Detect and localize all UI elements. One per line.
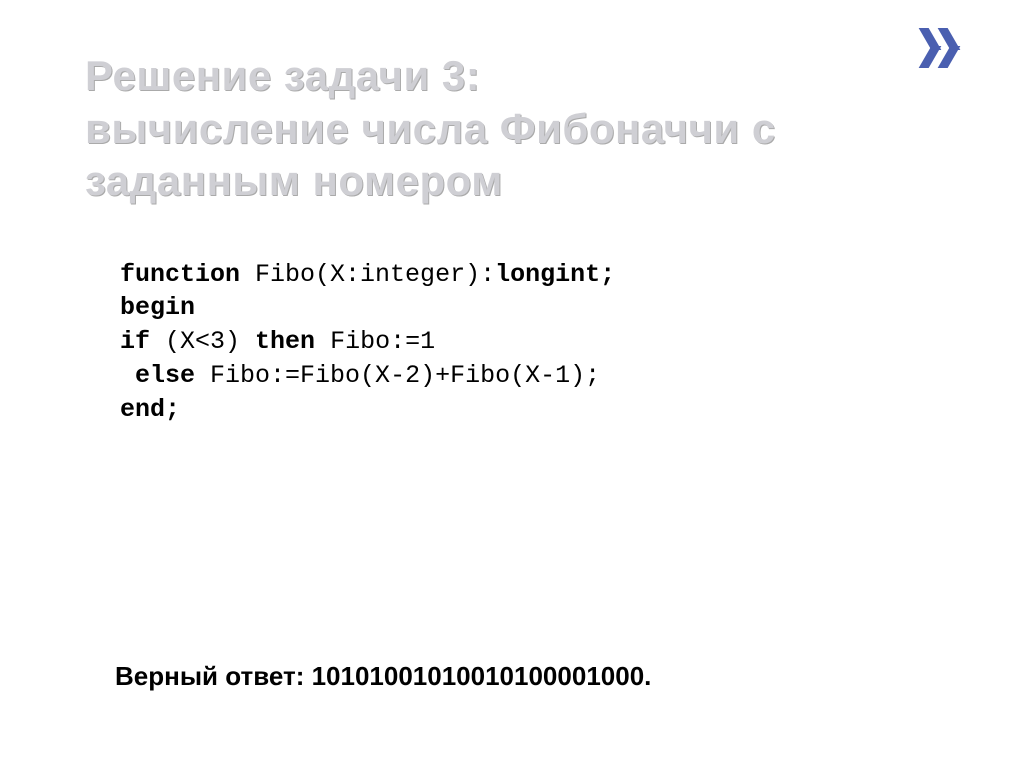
code-keyword: if — [120, 327, 150, 356]
code-keyword: longint; — [495, 260, 615, 289]
slide-container: Решение задачи 3:вычисление числа Фибона… — [0, 0, 1024, 767]
chevron-icon — [944, 28, 969, 68]
answer-text: Верный ответ: 10101001010010100001000. — [115, 661, 651, 692]
code-text — [120, 361, 135, 390]
code-keyword: end; — [120, 395, 180, 424]
code-block: function Fibo(X:integer):longint; begin … — [120, 258, 964, 427]
slide-title: Решение задачи 3:вычисление числа Фибона… — [85, 50, 964, 208]
code-text: Fibo:=Fibo(X-2)+Fibo(X-1); — [195, 361, 600, 390]
code-keyword: begin — [120, 293, 195, 322]
code-text: Fibo(X:integer): — [240, 260, 495, 289]
code-text: Fibo:=1 — [315, 327, 435, 356]
decoration-chevrons — [931, 28, 969, 68]
code-keyword: else — [135, 361, 195, 390]
code-keyword: then — [255, 327, 315, 356]
code-text: (X<3) — [150, 327, 255, 356]
code-keyword: function — [120, 260, 240, 289]
